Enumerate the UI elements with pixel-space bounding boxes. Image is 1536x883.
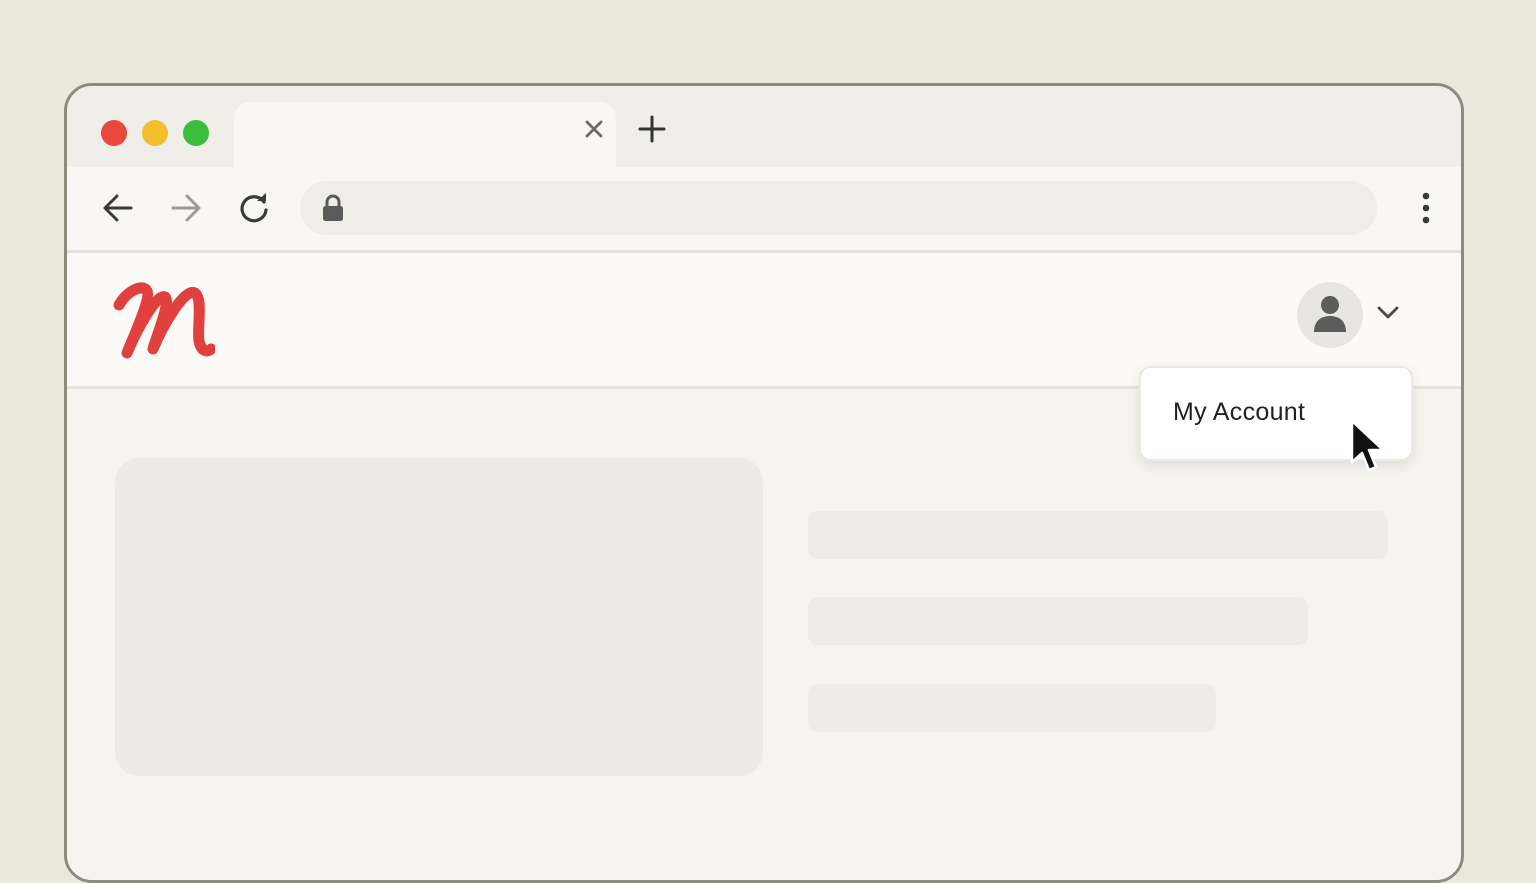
text-placeholder-line [808,511,1388,559]
address-bar[interactable] [300,181,1377,235]
tab-bar [67,86,1461,168]
kebab-menu-icon[interactable] [1419,191,1433,225]
lock-icon [320,194,346,222]
chevron-down-icon[interactable] [1377,305,1399,321]
user-icon [1314,296,1346,332]
logo-icon[interactable] [113,277,217,363]
arrow-left-icon[interactable] [101,191,135,225]
text-placeholder-line [808,684,1216,732]
maximize-window-button[interactable] [183,120,209,146]
user-avatar-button[interactable] [1297,282,1363,348]
arrow-right-icon[interactable] [169,191,203,225]
browser-tab[interactable] [234,102,616,168]
image-placeholder [115,458,763,776]
plus-icon[interactable] [638,115,666,143]
browser-toolbar [67,167,1461,253]
menu-item-my-account[interactable]: My Account [1173,398,1305,427]
minimize-window-button[interactable] [142,120,168,146]
arrow-cursor-icon [1349,418,1387,476]
page-content [67,389,1461,880]
browser-window: My Account [64,83,1464,883]
reload-icon[interactable] [237,191,271,225]
close-icon[interactable] [583,118,605,140]
text-placeholder-line [808,597,1308,645]
close-window-button[interactable] [101,120,127,146]
